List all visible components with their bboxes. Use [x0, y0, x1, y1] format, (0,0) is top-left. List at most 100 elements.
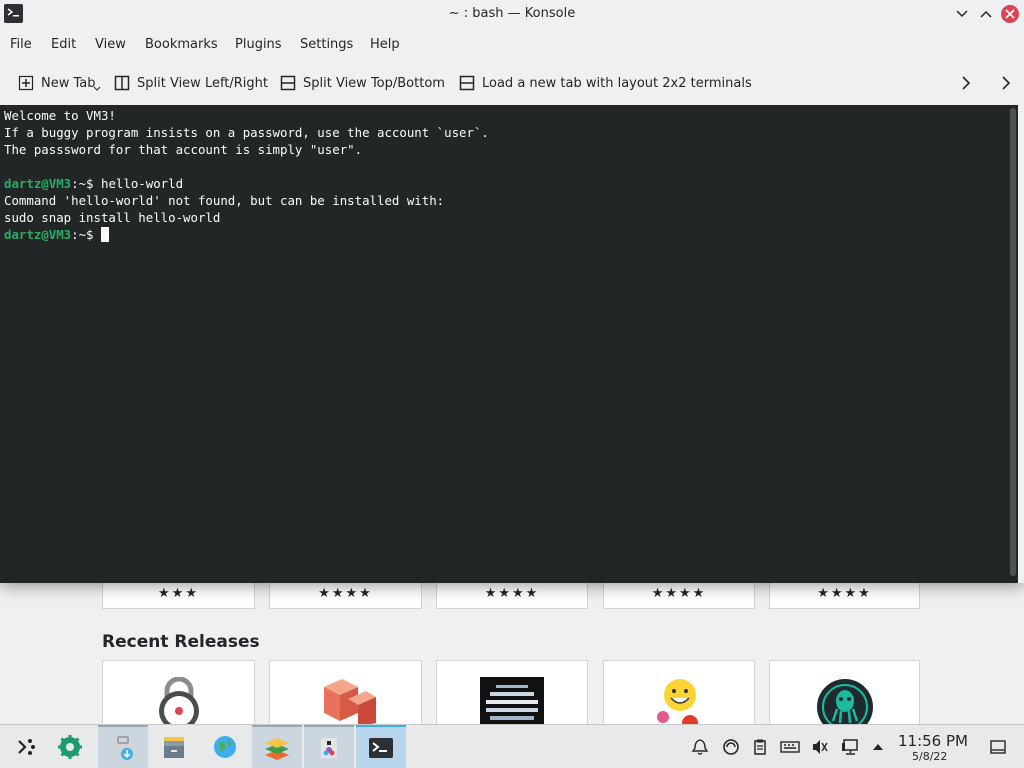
toolbar: New Tab Split View Left/Right Split View… — [0, 64, 1024, 100]
app-card-lock[interactable] — [102, 660, 255, 730]
app-card-globe[interactable] — [436, 660, 588, 730]
show-desktop-button[interactable] — [988, 737, 1008, 757]
tray-volume[interactable] — [810, 737, 830, 757]
launcher-icon — [18, 739, 35, 755]
title-bar[interactable]: ~ : bash — Konsole — [0, 0, 1024, 29]
background-app-window: ★★★ ★★★★ ★★★★ ★★★★ ★★★★ Recent Releases — [0, 583, 1024, 730]
clock-date[interactable]: 5/8/22 — [912, 750, 947, 763]
application-launcher[interactable] — [0, 725, 50, 768]
tray-keyboard[interactable] — [780, 737, 800, 757]
menu-file[interactable]: File — [10, 37, 32, 52]
rating-card[interactable]: ★★★★ — [603, 583, 755, 609]
split-left-right-label: Split View Left/Right — [137, 75, 269, 91]
tray-notifications[interactable] — [690, 737, 710, 757]
chevron-down-icon — [956, 10, 968, 18]
clock-time[interactable]: 11:56 PM — [898, 732, 968, 750]
tray-expand[interactable] — [868, 737, 888, 757]
terminal-icon — [369, 738, 393, 758]
dropdown-arrow-icon — [93, 86, 100, 91]
output-text: Welcome to VM3! — [4, 108, 116, 123]
terminal-line: sudo snap install hello-world — [4, 209, 1018, 226]
package-app-icon — [323, 679, 376, 727]
minimize-button[interactable] — [953, 5, 971, 23]
chevron-right-icon — [1002, 76, 1011, 90]
terminal-line: dartz@VM3:~$ hello-world — [4, 175, 1018, 192]
konsole-window: ~ : bash — Konsole File Edit View Bookma… — [0, 0, 1024, 583]
layers-icon — [265, 738, 289, 760]
task-discover[interactable] — [98, 725, 148, 768]
star-rating: ★★★★ — [817, 586, 872, 601]
menu-view[interactable]: View — [95, 37, 126, 52]
system-settings-icon — [58, 735, 82, 759]
clipboard-icon — [754, 739, 766, 755]
rating-card[interactable]: ★★★ — [102, 583, 255, 609]
chevron-up-icon — [980, 10, 992, 18]
text-cursor — [100, 227, 109, 242]
kraken-app-icon — [816, 679, 873, 727]
terminal-area[interactable]: Welcome to VM3! If a buggy program insist… — [0, 105, 1018, 583]
new-tab-icon — [18, 75, 34, 91]
keyboard-icon — [780, 741, 800, 753]
task-app[interactable] — [304, 725, 354, 768]
split-top-bottom-button[interactable]: Split View Top/Bottom — [280, 73, 445, 93]
menu-settings[interactable]: Settings — [300, 37, 353, 52]
new-tab-label: New Tab — [41, 75, 96, 91]
task-browser[interactable] — [200, 725, 250, 768]
rating-card[interactable]: ★★★★ — [769, 583, 920, 609]
terminal-scrollbar[interactable] — [1010, 108, 1016, 576]
app-card-kraken[interactable] — [769, 660, 920, 730]
layout-icon — [459, 75, 475, 91]
split-horizontal-icon — [280, 75, 296, 91]
menu-help[interactable]: Help — [370, 37, 400, 52]
star-rating: ★★★★ — [484, 586, 540, 601]
app-card-package[interactable] — [269, 660, 422, 730]
menu-bookmarks[interactable]: Bookmarks — [145, 37, 218, 52]
rating-card[interactable]: ★★★★ — [436, 583, 588, 609]
toolbar-overflow-button[interactable] — [1000, 73, 1019, 93]
output-text: sudo snap install hello-world — [4, 210, 221, 225]
tray-updates[interactable] — [721, 737, 741, 757]
split-left-right-button[interactable]: Split View Left/Right — [114, 73, 268, 93]
output-text: If a buggy program insists on a password… — [4, 125, 489, 140]
tray-clipboard[interactable] — [750, 737, 770, 757]
maximize-button[interactable] — [977, 5, 995, 23]
toolbar-scroll-button[interactable] — [960, 73, 979, 93]
menu-bar: File Edit View Bookmarks Plugins Setting… — [0, 29, 1024, 59]
split-vertical-icon — [114, 75, 130, 91]
star-rating: ★★★★ — [318, 586, 373, 601]
emoji-app-icon — [657, 679, 698, 727]
caret-up-icon — [873, 744, 883, 750]
task-settings[interactable] — [45, 725, 95, 768]
app-icon — [321, 738, 337, 758]
volume-muted-icon — [813, 740, 828, 754]
new-tab-button[interactable]: New Tab — [18, 73, 101, 93]
rating-card[interactable]: ★★★★ — [269, 583, 422, 609]
terminal-line: Command 'hello-world' not found, but can… — [4, 192, 1018, 209]
app-card-emoji[interactable] — [603, 660, 755, 730]
task-layers-app[interactable] — [252, 725, 302, 768]
tray-network[interactable] — [840, 737, 860, 757]
terminal-line: The passsword for that account is simply… — [4, 141, 1018, 158]
output-text: Command 'hello-world' not found, but can… — [4, 193, 445, 208]
menu-edit[interactable]: Edit — [51, 37, 76, 52]
prompt-user-host: dartz@VM3 — [4, 227, 72, 242]
close-button[interactable] — [1001, 5, 1019, 23]
prompt-path: :~$ — [71, 227, 101, 242]
task-file-manager[interactable] — [149, 725, 199, 768]
menu-plugins[interactable]: Plugins — [235, 37, 282, 52]
striped-globe-app-icon — [480, 677, 544, 727]
show-desktop-icon — [990, 740, 1006, 754]
refresh-disc-icon — [723, 739, 739, 755]
terminal-line: Welcome to VM3! — [4, 107, 1018, 124]
file-archive-icon — [164, 737, 184, 758]
load-layout-label: Load a new tab with layout 2x2 terminals — [482, 75, 752, 91]
recent-releases-heading: Recent Releases — [102, 632, 260, 652]
load-layout-button[interactable]: Load a new tab with layout 2x2 terminals — [459, 73, 752, 93]
window-title: ~ : bash — Konsole — [448, 6, 576, 21]
command-text: hello-world — [100, 176, 184, 191]
network-wired-icon — [842, 739, 858, 755]
prompt-user-host: dartz@VM3 — [4, 176, 72, 191]
task-konsole[interactable] — [356, 725, 406, 768]
terminal-line: If a buggy program insists on a password… — [4, 124, 1018, 141]
